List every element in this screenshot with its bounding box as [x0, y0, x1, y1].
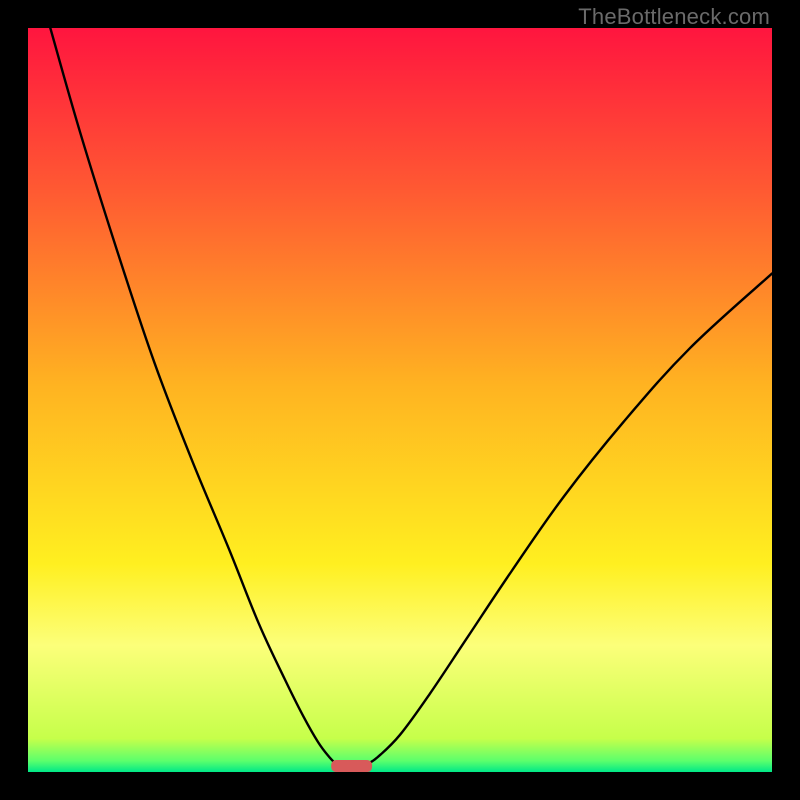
minimum-marker — [331, 760, 372, 772]
watermark-text: TheBottleneck.com — [578, 4, 770, 30]
gradient-background — [28, 28, 772, 772]
bottleneck-chart — [28, 28, 772, 772]
chart-frame — [28, 28, 772, 772]
